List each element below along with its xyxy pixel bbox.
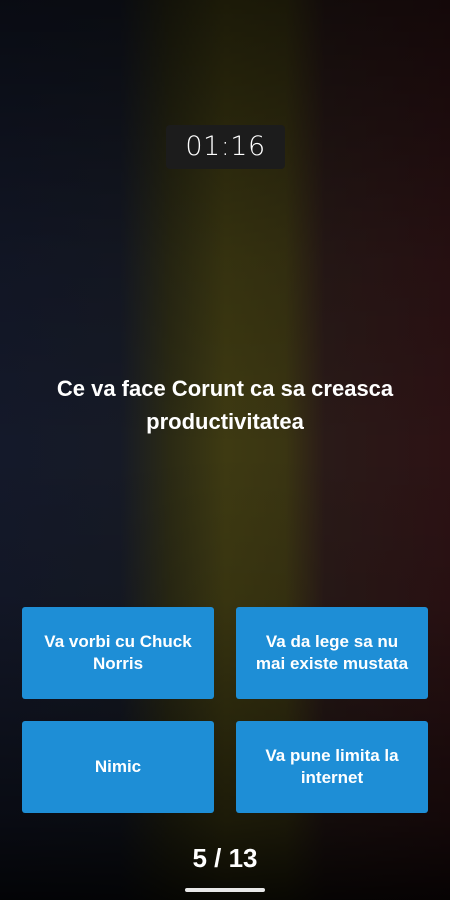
quiz-screen: 01:16 Ce va face Corunt ca sa creasca pr… bbox=[0, 0, 450, 900]
answer-label: Va pune limita la internet bbox=[265, 746, 399, 787]
answer-label: Va da lege sa nu mai existe mustata bbox=[255, 632, 409, 673]
question-progress: 5 / 13 bbox=[192, 843, 258, 873]
answer-button-1[interactable]: Va vorbi cu Chuck Norris bbox=[22, 607, 214, 699]
answer-label: Nimic bbox=[94, 757, 142, 776]
gesture-navigation-bar[interactable] bbox=[185, 888, 265, 892]
answer-label: Va vorbi cu Chuck Norris bbox=[44, 632, 192, 673]
answer-button-4[interactable]: Va pune limita la internet bbox=[236, 721, 428, 813]
answer-button-3[interactable]: Nimic bbox=[22, 721, 214, 813]
countdown-timer: 01:16 bbox=[166, 125, 285, 169]
question-text: Ce va face Corunt ca sa creasca producti… bbox=[56, 376, 394, 434]
answer-button-2[interactable]: Va da lege sa nu mai existe mustata bbox=[236, 607, 428, 699]
